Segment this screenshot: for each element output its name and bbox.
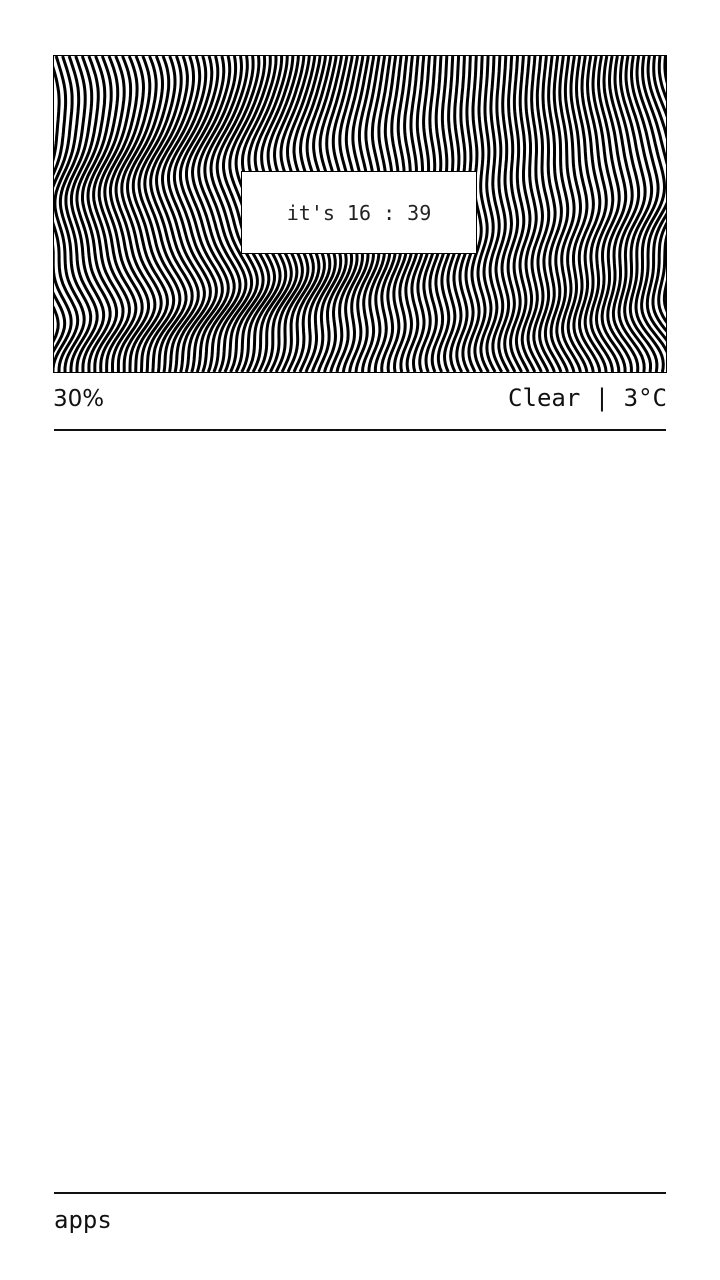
launcher-home: it's 16 : 39 30% Clear | 3°C apps (0, 0, 720, 1280)
battery-level: 30% (53, 386, 105, 412)
clock-display[interactable]: it's 16 : 39 (241, 171, 477, 254)
apps-button[interactable]: apps (54, 1206, 112, 1234)
weather-status[interactable]: Clear | 3°C (508, 384, 667, 412)
clock-text: it's 16 : 39 (286, 200, 432, 225)
bottom-divider (54, 1192, 666, 1194)
top-divider (54, 429, 666, 431)
